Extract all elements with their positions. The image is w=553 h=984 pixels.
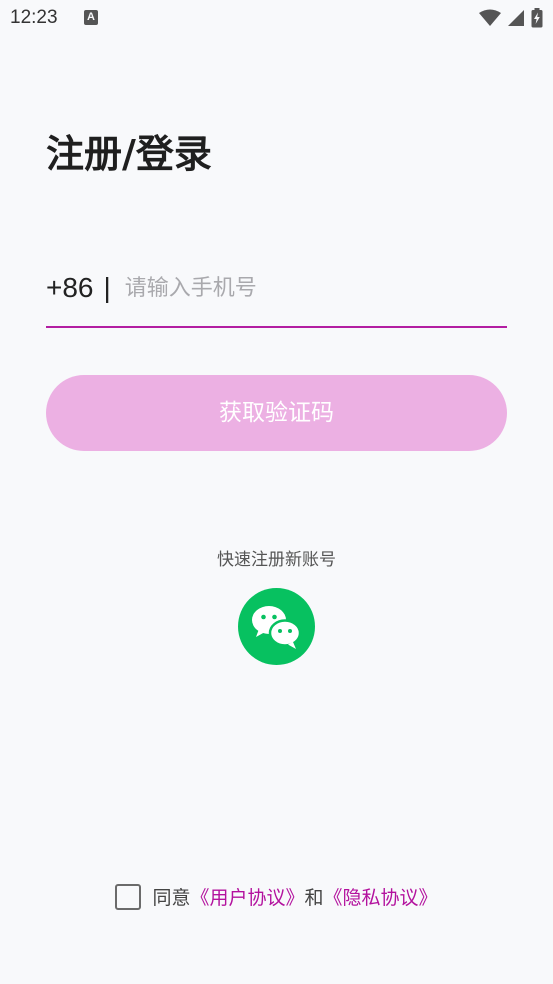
phone-divider: | — [103, 272, 111, 303]
agreement-row: 同意 《用户协议》 和 《隐私协议》 — [0, 883, 553, 910]
agreement-prefix: 同意 — [152, 887, 191, 909]
phone-number-input[interactable] — [124, 268, 507, 308]
wechat-icon — [252, 606, 302, 649]
get-verification-code-button[interactable]: 获取验证码 — [46, 375, 507, 451]
status-bar: 12:23 A — [0, 0, 553, 38]
agreement-conjunction: 和 — [304, 887, 324, 909]
wechat-login-button[interactable] — [238, 588, 315, 665]
privacy-agreement-link[interactable]: 《隐私协议》 — [324, 883, 438, 910]
battery-charging-icon — [531, 8, 543, 28]
wifi-icon — [479, 9, 501, 26]
page-title: 注册/登录 — [46, 132, 212, 176]
status-time: 12:23 — [10, 7, 58, 28]
country-code[interactable]: +86 — [46, 272, 94, 304]
phone-input-row: +86 | — [46, 262, 507, 314]
agreement-checkbox[interactable] — [115, 883, 142, 910]
quick-register-label: 快速注册新账号 — [217, 550, 336, 570]
signal-icon — [508, 10, 524, 26]
notification-a-icon: A — [84, 10, 98, 25]
phone-input-underline — [46, 326, 507, 328]
status-icons — [479, 8, 543, 28]
user-agreement-link[interactable]: 《用户协议》 — [190, 883, 304, 910]
